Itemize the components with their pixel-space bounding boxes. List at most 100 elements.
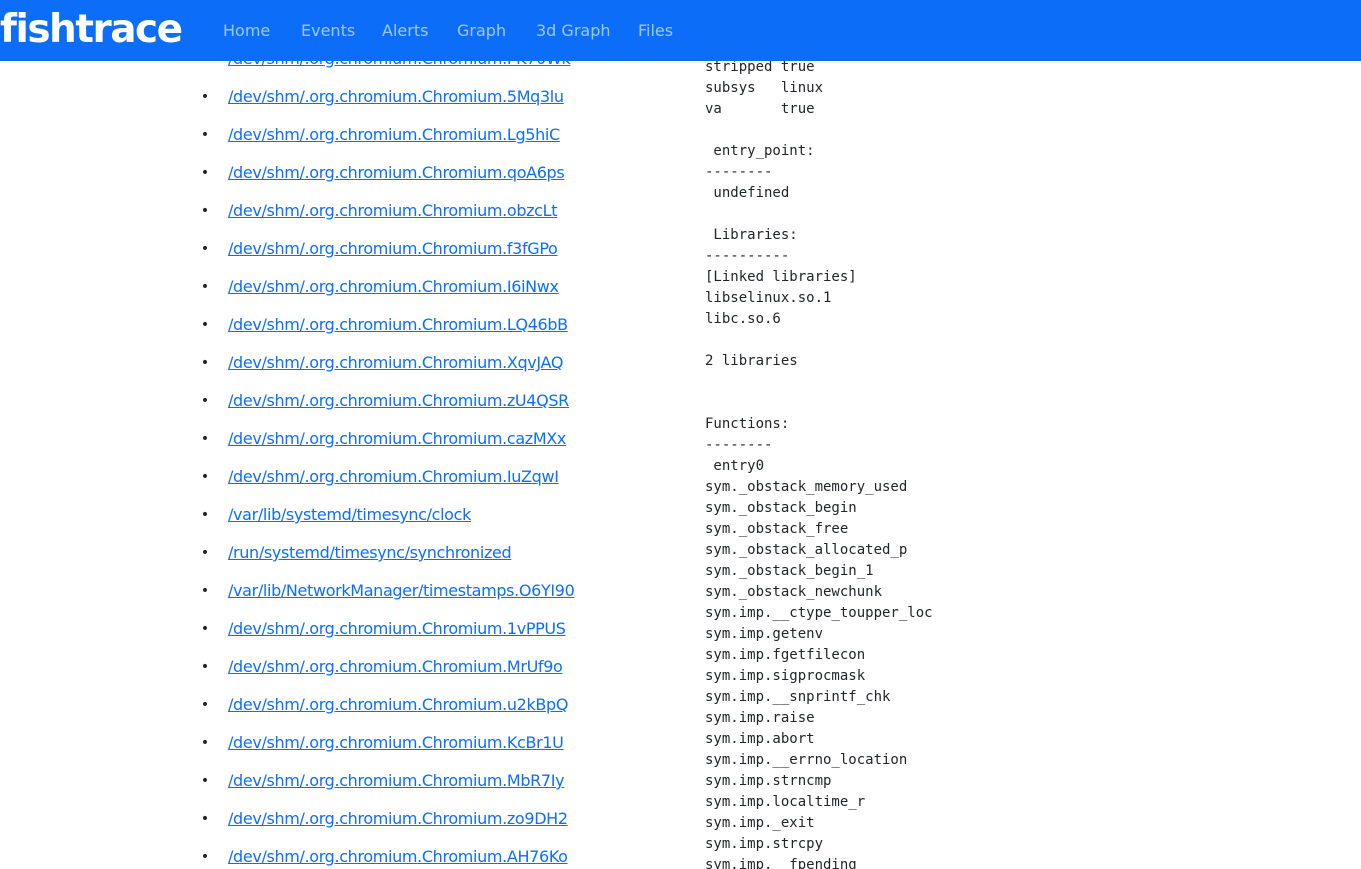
file-link[interactable]: /run/systemd/timesync/synchronized	[228, 543, 512, 562]
function-item: sym.imp.__fpending	[705, 857, 857, 869]
nav-link-graph[interactable]: Graph	[457, 20, 506, 42]
function-item: sym.imp.getenv	[705, 626, 824, 642]
function-item: sym.imp.__ctype_toupper_loc	[705, 605, 933, 621]
nav-link-events[interactable]: Events	[301, 20, 355, 42]
list-item: • /dev/shm/.org.chromium.Chromium.f3fGPo	[0, 236, 574, 274]
nav-link-files[interactable]: Files	[638, 20, 673, 42]
file-link[interactable]: /dev/shm/.org.chromium.Chromium.MbR7Iy	[228, 771, 565, 790]
bullet-icon: •	[200, 621, 210, 637]
bullet-icon: •	[200, 241, 210, 257]
file-link[interactable]: /dev/shm/.org.chromium.Chromium.XqvJAQ	[228, 353, 563, 372]
function-item: sym.imp._exit	[705, 815, 815, 831]
list-item: • /run/systemd/timesync/synchronized	[0, 540, 574, 578]
file-list-column: •/dev/shm/.org.chromium.Chromium.PK70Wk•…	[0, 0, 660, 869]
bullet-icon: •	[200, 697, 210, 713]
file-link[interactable]: /dev/shm/.org.chromium.Chromium.AH76Ko	[228, 847, 568, 866]
function-item: sym._obstack_memory_used	[705, 479, 908, 495]
function-item: sym.imp.__errno_location	[705, 752, 908, 768]
file-link[interactable]: /dev/shm/.org.chromium.Chromium.f3fGPo	[228, 239, 558, 258]
list-item: • /dev/shm/.org.chromium.Chromium.zo9DH2	[0, 806, 574, 844]
list-item: • /dev/shm/.org.chromium.Chromium.obzcLt	[0, 198, 574, 236]
function-item: sym._obstack_begin_1	[705, 563, 874, 579]
list-item: • /dev/shm/.org.chromium.Chromium.KcBr1U	[0, 730, 574, 768]
bullet-icon: •	[200, 583, 210, 599]
list-item: • /var/lib/NetworkManager/timestamps.O6YI…	[0, 578, 575, 616]
function-item: sym._obstack_free	[705, 521, 849, 537]
function-item: sym._obstack_newchunk	[705, 584, 883, 600]
file-link[interactable]: /dev/shm/.org.chromium.Chromium.cazMXx	[228, 429, 566, 448]
file-link[interactable]: /dev/shm/.org.chromium.Chromium.Lg5hiC	[228, 125, 560, 144]
function-item: sym.imp.abort	[705, 731, 815, 747]
list-item: • /var/lib/systemd/timesync/clock	[0, 502, 574, 540]
bullet-icon: •	[200, 203, 210, 219]
function-item: sym.imp.strcpy	[705, 836, 824, 852]
file-link[interactable]: /dev/shm/.org.chromium.Chromium.qoA6ps	[228, 163, 565, 182]
list-item: • /dev/shm/.org.chromium.Chromium.5Mq3lu	[0, 84, 574, 122]
list-item: • /dev/shm/.org.chromium.Chromium.AH76Ko	[0, 844, 574, 869]
navbar: fishtrace Home Events Alerts Graph 3d Gr…	[0, 0, 1361, 61]
entry-point-value: undefined	[705, 185, 790, 201]
brand-logo[interactable]: fishtrace	[0, 6, 183, 54]
function-item: sym.imp.raise	[705, 710, 815, 726]
binary-info-text: stripped true subsys linux va true	[705, 59, 824, 117]
libraries-heading: Libraries:	[705, 227, 798, 243]
bullet-icon: •	[200, 735, 210, 751]
file-link[interactable]: /dev/shm/.org.chromium.Chromium.MrUf9o	[228, 657, 563, 676]
list-item: • /dev/shm/.org.chromium.Chromium.qoA6ps	[0, 160, 574, 198]
bullet-icon: •	[200, 355, 210, 371]
nav-link-3d-graph[interactable]: 3d Graph	[536, 20, 611, 42]
bullet-icon: •	[200, 811, 210, 827]
bullet-icon: •	[200, 393, 210, 409]
file-link[interactable]: /dev/shm/.org.chromium.Chromium.LQ46bB	[228, 315, 568, 334]
bullet-icon: •	[200, 317, 210, 333]
entry-point-separator: --------	[705, 164, 773, 180]
file-link[interactable]: /dev/shm/.org.chromium.Chromium.zU4QSR	[228, 391, 569, 410]
bullet-icon: •	[200, 545, 210, 561]
entry-point-heading: entry_point:	[705, 143, 815, 159]
list-item: • /dev/shm/.org.chromium.Chromium.LQ46bB	[0, 312, 574, 350]
list-item: • /dev/shm/.org.chromium.Chromium.MbR7Iy	[0, 768, 574, 806]
file-link[interactable]: /dev/shm/.org.chromium.Chromium.obzcLt	[228, 201, 557, 220]
file-link[interactable]: /dev/shm/.org.chromium.Chromium.1vPPUS	[228, 619, 566, 638]
function-item: sym.imp.sigprocmask	[705, 668, 866, 684]
libraries-list: [Linked libraries] libselinux.so.1 libc.…	[705, 269, 857, 327]
function-item: sym.imp.localtime_r	[705, 794, 866, 810]
function-item: sym.imp.fgetfilecon	[705, 647, 866, 663]
list-item: • /dev/shm/.org.chromium.Chromium.IuZqwI	[0, 464, 574, 502]
nav-link-alerts[interactable]: Alerts	[382, 20, 428, 42]
functions-list: entry0 sym._obstack_memory_used sym._obsta…	[705, 456, 1355, 869]
list-item: • /dev/shm/.org.chromium.Chromium.zU4QSR	[0, 388, 574, 426]
file-link[interactable]: /dev/shm/.org.chromium.Chromium.u2kBpQ	[228, 695, 568, 714]
bullet-icon: •	[200, 165, 210, 181]
function-item: sym._obstack_allocated_p	[705, 542, 908, 558]
file-link[interactable]: /dev/shm/.org.chromium.Chromium.KcBr1U	[228, 733, 564, 752]
list-item: • /dev/shm/.org.chromium.Chromium.u2kBpQ	[0, 692, 574, 730]
nav-link-home[interactable]: Home	[223, 20, 270, 42]
bullet-icon: •	[200, 431, 210, 447]
bullet-icon: •	[200, 659, 210, 675]
list-item: • /dev/shm/.org.chromium.Chromium.I6iNwx	[0, 274, 574, 312]
file-link[interactable]: /var/lib/NetworkManager/timestamps.O6YI9…	[228, 581, 575, 600]
file-list: •/dev/shm/.org.chromium.Chromium.PK70Wk•…	[0, 46, 575, 869]
bullet-icon: •	[200, 773, 210, 789]
functions-separator: --------	[705, 437, 773, 453]
file-link[interactable]: /dev/shm/.org.chromium.Chromium.I6iNwx	[228, 277, 559, 296]
bullet-icon: •	[200, 849, 210, 865]
bullet-icon: •	[200, 127, 210, 143]
bullet-icon: •	[200, 89, 210, 105]
function-item: entry0	[705, 458, 765, 474]
function-item: sym.imp.strncmp	[705, 773, 832, 789]
function-item: sym.imp.__snprintf_chk	[705, 689, 891, 705]
libraries-count: 2 libraries	[705, 353, 798, 369]
libraries-separator: ----------	[705, 248, 790, 264]
binary-info-panel: stripped true subsys linux va true entry…	[705, 57, 1355, 869]
file-link[interactable]: /dev/shm/.org.chromium.Chromium.zo9DH2	[228, 809, 568, 828]
list-item: • /dev/shm/.org.chromium.Chromium.1vPPUS	[0, 616, 574, 654]
file-link[interactable]: /dev/shm/.org.chromium.Chromium.IuZqwI	[228, 467, 559, 486]
list-item: • /dev/shm/.org.chromium.Chromium.MrUf9o	[0, 654, 574, 692]
function-item: sym._obstack_begin	[705, 500, 857, 516]
bullet-icon: •	[200, 507, 210, 523]
bullet-icon: •	[200, 279, 210, 295]
file-link[interactable]: /var/lib/systemd/timesync/clock	[228, 505, 471, 524]
file-link[interactable]: /dev/shm/.org.chromium.Chromium.5Mq3lu	[228, 87, 564, 106]
